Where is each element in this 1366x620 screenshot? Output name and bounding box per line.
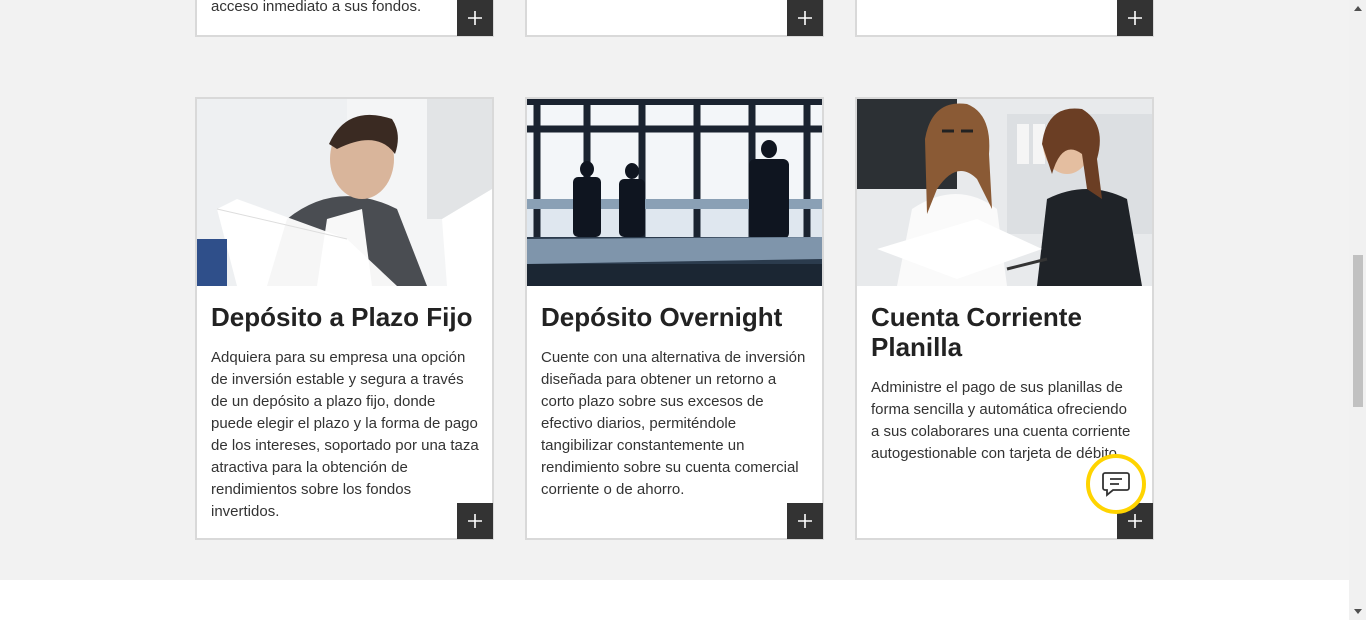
- product-card-overnight: Depósito Overnight Cuente con una altern…: [525, 97, 824, 540]
- plus-icon: [1128, 11, 1142, 25]
- card-description: Administre el pago de sus planillas de f…: [871, 379, 1131, 462]
- top-card-3: [855, 0, 1154, 37]
- expand-button[interactable]: [787, 503, 823, 539]
- expand-button[interactable]: [457, 503, 493, 539]
- card-description: Adquiera para su empresa una opción de i…: [211, 349, 479, 520]
- scrollbar-thumb[interactable]: [1353, 255, 1363, 407]
- businessman-reading-document-photo: [197, 99, 492, 286]
- scroll-up-arrow-icon[interactable]: [1349, 0, 1366, 17]
- expand-button[interactable]: [787, 0, 823, 36]
- card-description: Cuente con una alternativa de inversión …: [541, 349, 806, 498]
- plus-icon: [468, 11, 482, 25]
- top-card-1: acceso inmediato a sus fondos.: [195, 0, 494, 37]
- chat-icon: [1102, 472, 1130, 497]
- product-card-plazo-fijo: Depósito a Plazo Fijo Adquiera para su e…: [195, 97, 494, 540]
- plus-icon: [798, 514, 812, 528]
- top-card-2: [525, 0, 824, 37]
- plus-icon: [1128, 514, 1142, 528]
- page: acceso inmediato a sus fondos. Depósito …: [0, 0, 1349, 620]
- footer-band: [0, 580, 1349, 620]
- two-women-reviewing-papers-photo: [857, 99, 1152, 286]
- card-title: Depósito a Plazo Fijo: [211, 302, 473, 332]
- scroll-down-arrow-icon[interactable]: [1349, 603, 1366, 620]
- business-silhouettes-office-photo: [527, 99, 822, 286]
- chat-button[interactable]: [1086, 454, 1146, 514]
- vertical-scrollbar[interactable]: [1349, 0, 1366, 620]
- card-title: Cuenta Corriente Planilla: [871, 302, 1082, 362]
- top-card-snippet: acceso inmediato a sus fondos.: [211, 0, 422, 15]
- card-title: Depósito Overnight: [541, 302, 783, 332]
- plus-icon: [798, 11, 812, 25]
- expand-button[interactable]: [1117, 0, 1153, 36]
- expand-button[interactable]: [457, 0, 493, 36]
- plus-icon: [468, 514, 482, 528]
